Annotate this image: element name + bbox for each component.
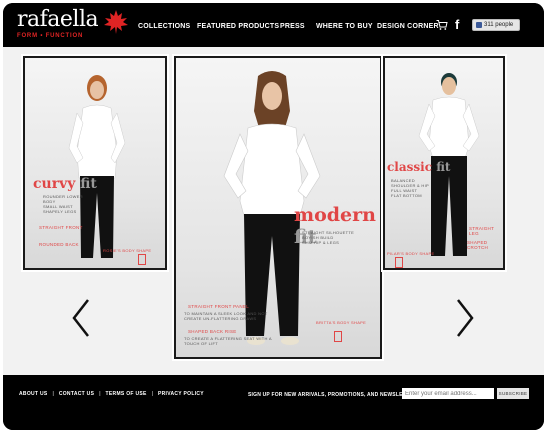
body-shape-icon [395, 257, 403, 268]
chevron-right-icon[interactable] [455, 298, 475, 338]
footer-link-about-us[interactable]: ABOUT US [19, 391, 48, 397]
site-header: rafaella FORM • FUNCTION COLLECTIONS FEA… [3, 3, 544, 47]
divider: | [99, 391, 101, 397]
email-input[interactable] [402, 388, 494, 399]
brand-name: rafaella [17, 7, 99, 32]
body-shape-icon [138, 254, 146, 265]
brand-logo[interactable]: rafaella FORM • FUNCTION [17, 7, 99, 40]
model-photo [68, 75, 126, 258]
maple-leaf-icon [104, 10, 128, 34]
fit-title: curvy fit [33, 176, 97, 192]
facebook-like-button[interactable]: 311 people [472, 19, 520, 31]
nav-featured-products[interactable]: FEATURED PRODUCTS [197, 23, 279, 30]
fit-note-2-detail: To create a flattering seat with a touch… [184, 336, 272, 346]
fit-description: Rounder lower body Small waist Shapely l… [43, 194, 83, 214]
carousel: curvy fit Rounder lower body Small waist… [3, 47, 544, 375]
fit-description: Straight silhouette Boyish build Slim hi… [302, 230, 355, 245]
body-shape-label: Rosie's body shape [103, 248, 152, 253]
carousel-card-curvy[interactable]: curvy fit Rounder lower body Small waist… [25, 58, 165, 268]
thumbs-up-icon [476, 22, 482, 28]
fit-note-2: Shaped crotch [467, 240, 489, 250]
fit-note-2: Rounded back [39, 242, 79, 247]
body-shape-icon [334, 331, 342, 342]
nav-press[interactable]: PRESS [280, 23, 305, 30]
carousel-card-classic[interactable]: classic fit Balanced shoulder & hip Full… [385, 58, 503, 268]
chevron-left-icon[interactable] [71, 298, 91, 338]
newsletter-signup-text: SIGN UP FOR NEW ARRIVALS, PROMOTIONS, AN… [248, 392, 417, 398]
fit-description: Balanced shoulder & hip Full waist Flat … [391, 178, 429, 198]
footer-link-terms-of-use[interactable]: TERMS OF USE [106, 391, 147, 397]
nav-design-corner[interactable]: DESIGN CORNER [377, 23, 439, 30]
fit-note-1: Straight front panel [188, 304, 250, 309]
fit-title: classic fit [387, 160, 451, 174]
fit-note-2: Shaped back rise [188, 329, 237, 334]
facebook-icon[interactable]: f [455, 17, 459, 32]
fit-note-1: Straight front [39, 225, 83, 230]
shopping-cart-icon[interactable] [436, 19, 448, 31]
body-shape-label: Britta's body shape [316, 320, 367, 325]
divider: | [52, 391, 54, 397]
fit-note-1: Straight leg [469, 226, 495, 236]
subscribe-button[interactable]: SUBSCRIBE [497, 388, 529, 399]
site-frame: rafaella FORM • FUNCTION COLLECTIONS FEA… [3, 3, 544, 430]
fit-note-1-detail: To maintain a sleek look and not create … [184, 311, 268, 321]
footer-link-contact-us[interactable]: CONTACT US [59, 391, 94, 397]
divider: | [151, 391, 153, 397]
site-footer: ABOUT US | CONTACT US | TERMS OF USE | P… [3, 375, 544, 430]
carousel-card-modern[interactable]: modern fit Straight silhouette Boyish bu… [176, 58, 380, 357]
body-shape-label: Pilar's body shape [387, 251, 435, 256]
brand-tagline: FORM • FUNCTION [17, 33, 84, 39]
nav-where-to-buy[interactable]: WHERE TO BUY [316, 23, 373, 30]
like-count: 311 people [484, 22, 514, 28]
footer-link-privacy-policy[interactable]: PRIVACY POLICY [158, 391, 204, 397]
footer-links: ABOUT US | CONTACT US | TERMS OF USE | P… [19, 391, 204, 397]
nav-collections[interactable]: COLLECTIONS [138, 23, 190, 30]
